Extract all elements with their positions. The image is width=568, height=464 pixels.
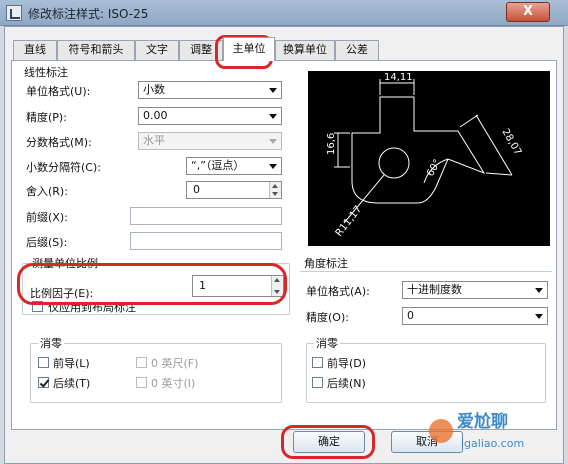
chevron-down-icon [535, 314, 543, 319]
spin-arrows-icon[interactable] [269, 182, 281, 198]
zero-suppression-linear-title: 消零 [38, 335, 64, 351]
site-watermark-logo: 爱尬聊 igaliao.com [427, 403, 557, 459]
unit-format-value: 小数 [143, 83, 165, 96]
title-bar: 修改标注样式: ISO-25 X [0, 0, 568, 26]
trailing-zero-checkbox[interactable] [38, 377, 49, 388]
angular-divider [300, 271, 552, 272]
highlight-ok-button [281, 425, 375, 459]
chevron-down-icon [269, 164, 277, 169]
highlight-scale-factor [17, 263, 287, 305]
prefix-label: 前缀(X): [26, 211, 68, 224]
leading-zero-label: 前导(L) [53, 357, 90, 370]
prefix-input[interactable] [130, 207, 282, 225]
preview-drawing: 14,11 16,6 28,07 60° R11,17 [326, 72, 523, 239]
tab-primary-units[interactable]: 主单位 [223, 37, 275, 61]
decimal-separator-label: 小数分隔符(C): [26, 161, 101, 174]
preview-right-dim: 28,07 [499, 127, 523, 157]
round-off-label: 舍入(R): [26, 185, 68, 198]
chevron-down-icon [269, 88, 277, 93]
angular-leading-zero-checkbox[interactable] [312, 357, 323, 368]
close-button[interactable]: X [506, 2, 550, 22]
zero-suppression-angular-group [306, 343, 546, 403]
angular-trailing-zero-label: 后续(N) [327, 377, 366, 390]
fraction-format-value: 水平 [143, 134, 165, 147]
preview-left-dim: 16,6 [326, 133, 337, 155]
tab-text[interactable]: 文字 [135, 40, 179, 60]
angular-dimensions-title: 角度标注 [304, 257, 348, 270]
chevron-down-icon [269, 114, 277, 119]
precision-select[interactable]: 0.00 [138, 107, 282, 125]
fraction-format-select[interactable]: 水平 [138, 132, 282, 150]
precision-value: 0.00 [143, 109, 168, 122]
watermark-graphic: 爱尬聊 igaliao.com [429, 411, 524, 450]
dimension-preview: 14,11 16,6 28,07 60° R11,17 [308, 71, 550, 246]
window-title: 修改标注样式: ISO-25 [28, 7, 149, 21]
precision-label: 精度(P): [26, 111, 67, 124]
decimal-separator-value: “,”（逗点） [191, 159, 245, 172]
primary-units-panel: 线性标注 单位格式(U): 小数 精度(P): 0.00 分数格式(M): 水平… [11, 60, 557, 430]
unit-format-select[interactable]: 小数 [138, 81, 282, 99]
tab-lines[interactable]: 直线 [13, 40, 57, 60]
suffix-label: 后缀(S): [26, 236, 68, 249]
inches-zero-checkbox[interactable] [136, 377, 147, 388]
tab-alternate-units[interactable]: 换算单位 [275, 40, 335, 60]
dimension-style-dialog: 直线 符号和箭头 文字 调整 主单位 换算单位 公差 线性标注 单位格式(U):… [4, 26, 564, 464]
zero-suppression-linear-group [30, 343, 282, 403]
angular-precision-value: 0 [407, 309, 414, 322]
chevron-down-icon [269, 139, 277, 144]
angular-leading-zero-label: 前导(D) [327, 357, 367, 370]
chevron-down-icon [535, 288, 543, 293]
angular-unit-format-label: 单位格式(A): [306, 285, 370, 298]
feet-zero-checkbox[interactable] [136, 357, 147, 368]
angular-precision-label: 精度(O): [306, 311, 349, 324]
round-off-spinner[interactable]: 0 [186, 181, 282, 199]
round-off-value: 0 [193, 183, 200, 196]
leading-zero-checkbox[interactable] [38, 357, 49, 368]
angular-trailing-zero-checkbox[interactable] [312, 377, 323, 388]
linear-dimensions-title: 线性标注 [24, 66, 68, 79]
preview-radius-dim: R11,17 [334, 204, 365, 239]
feet-zero-label: 0 英尺(F) [151, 357, 199, 370]
angular-precision-select[interactable]: 0 [402, 307, 548, 325]
zero-suppression-angular-title: 消零 [314, 335, 340, 351]
watermark-line2: igaliao.com [461, 437, 524, 450]
angular-unit-format-select[interactable]: 十进制度数 [402, 281, 548, 299]
app-icon [6, 5, 22, 21]
inches-zero-label: 0 英寸(I) [151, 377, 196, 390]
tab-tolerances[interactable]: 公差 [335, 40, 379, 60]
preview-top-dim: 14,11 [384, 72, 413, 83]
fraction-format-label: 分数格式(M): [26, 136, 92, 149]
decimal-separator-select[interactable]: “,”（逗点） [186, 157, 282, 175]
trailing-zero-label: 后续(T) [53, 377, 91, 390]
suffix-input[interactable] [130, 232, 282, 250]
unit-format-label: 单位格式(U): [26, 85, 91, 98]
tab-symbols-arrows[interactable]: 符号和箭头 [57, 40, 135, 60]
watermark-line1: 爱尬聊 [457, 411, 508, 432]
angular-unit-format-value: 十进制度数 [407, 283, 462, 296]
